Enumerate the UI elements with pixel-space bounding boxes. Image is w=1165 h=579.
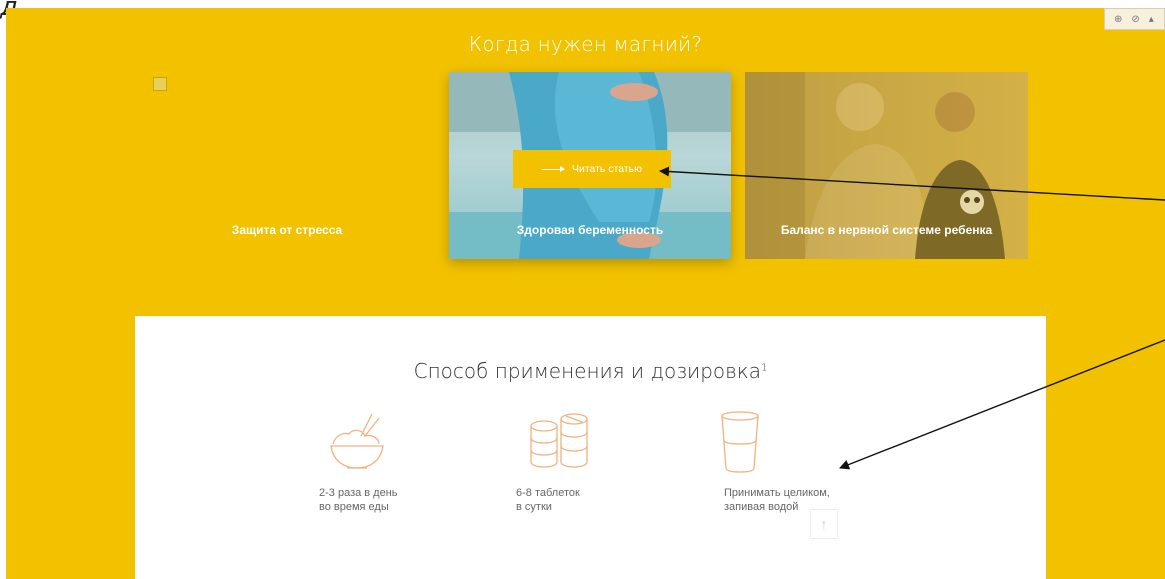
card-healthy-pregnancy[interactable]: Читать статью Здоровая беременность [449,72,731,259]
rice-bowl-icon [330,413,384,469]
arrow-up-icon: ↑ [820,516,828,532]
dosage-line: 6-8 таблеток [516,487,580,499]
dosage-line: 2-3 раза в день [319,487,398,499]
eye-icon[interactable]: ⊘ [1131,14,1139,25]
tablets-icon [530,413,588,468]
plus-icon[interactable]: ⊕ [1114,14,1122,25]
read-article-button[interactable]: Читать статью [513,150,671,188]
dosage-line: во время еды [319,501,389,513]
section-title: Когда нужен магний? [468,32,703,56]
lock-icon[interactable]: ▴ [1149,14,1154,25]
card-stress-protection[interactable]: Защита от стресса [146,72,428,259]
browser-extension-toolbar: ⊕ ⊘ ▴ [1104,8,1165,30]
card-child-nervous-balance[interactable]: Баланс в нервной системе ребенка [745,72,1028,259]
dosage-title: Способ применения и дозировка1 [135,359,1046,383]
scroll-to-top-button[interactable]: ↑ [810,509,838,539]
dosage-item-amount: 6-8 таблеток в сутки [516,486,580,514]
dosage-panel: Способ применения и дозировка1 2-3 раза … [135,316,1046,579]
magnesium-need-section: Когда нужен магний? Защита от стресса Чи… [6,8,1165,579]
arrow-right-icon [541,165,565,172]
card-label: Защита от стресса [231,223,343,237]
card-label: Здоровая беременность [516,223,664,237]
dosage-item-frequency: 2-3 раза в день во время еды [319,486,398,514]
dosage-line: Принимать целиком, [724,487,830,499]
footnote-marker: 1 [760,362,768,374]
glass-of-water-icon [721,411,759,473]
dosage-title-text: Способ применения и дозировка [413,359,761,383]
dosage-line: в сутки [516,501,552,513]
read-article-label: Читать статью [571,163,643,175]
card-label: Баланс в нервной системе ребенка [780,223,993,237]
